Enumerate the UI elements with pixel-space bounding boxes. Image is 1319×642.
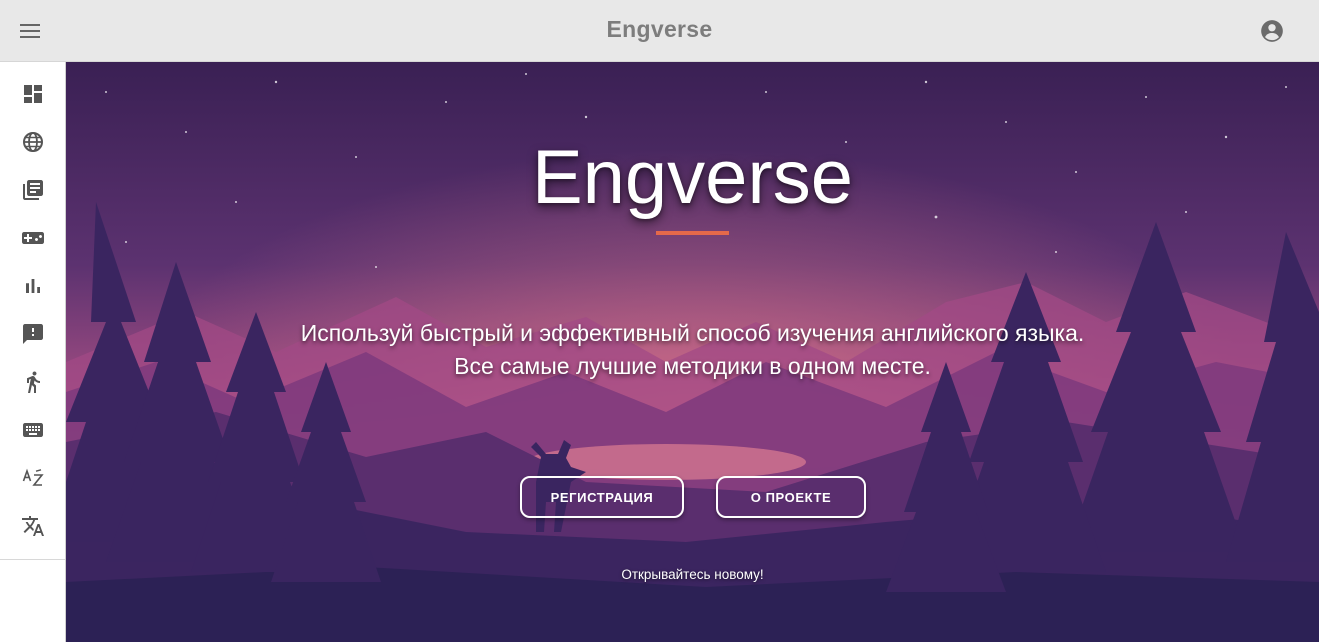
sort-az-icon <box>22 468 44 486</box>
account-circle-icon[interactable] <box>1259 18 1285 44</box>
hero-tagline: Открывайтесь новому! <box>621 567 764 582</box>
top-app-bar: Engverse <box>0 0 1319 62</box>
dashboard-icon <box>23 85 42 103</box>
keyboard-icon <box>22 423 43 437</box>
sidebar-nav <box>0 70 65 560</box>
sidebar-item-translate[interactable] <box>0 502 65 550</box>
hero-title: Engverse <box>531 135 854 220</box>
hero-subtitle-line-1: Используй быстрый и эффективный способ и… <box>300 320 1085 346</box>
person-walking-icon <box>26 371 40 393</box>
sidebar-item-games[interactable] <box>0 214 65 262</box>
sidebar-item-dashboard[interactable] <box>0 70 65 118</box>
hero-section: Engverse Используй быстрый и эффективный… <box>66 62 1319 642</box>
sidebar-item-sort-az[interactable] <box>0 454 65 502</box>
sidebar-item-feedback[interactable] <box>0 310 65 358</box>
sidebar-item-world[interactable] <box>0 118 65 166</box>
gamepad-icon <box>21 232 44 244</box>
translate-icon <box>21 516 44 536</box>
register-button[interactable]: РЕГИСТРАЦИЯ <box>520 476 684 518</box>
sidebar-item-statistics[interactable] <box>0 262 65 310</box>
globe-icon <box>22 132 43 152</box>
sidebar <box>0 62 66 642</box>
hero-subtitle-line-2: Все самые лучшие методики в одном месте. <box>454 353 931 379</box>
title-underline <box>656 231 729 235</box>
app-title: Engverse <box>606 16 713 42</box>
hero-subtitle: Используй быстрый и эффективный способ и… <box>66 317 1319 383</box>
sidebar-item-activity[interactable] <box>0 358 65 406</box>
bar-chart-icon <box>25 279 40 293</box>
about-project-button[interactable]: О ПРОЕКТЕ <box>716 476 866 518</box>
library-books-icon <box>22 180 43 200</box>
sidebar-item-keyboard[interactable] <box>0 406 65 454</box>
feedback-icon <box>22 324 43 344</box>
sidebar-item-library[interactable] <box>0 166 65 214</box>
